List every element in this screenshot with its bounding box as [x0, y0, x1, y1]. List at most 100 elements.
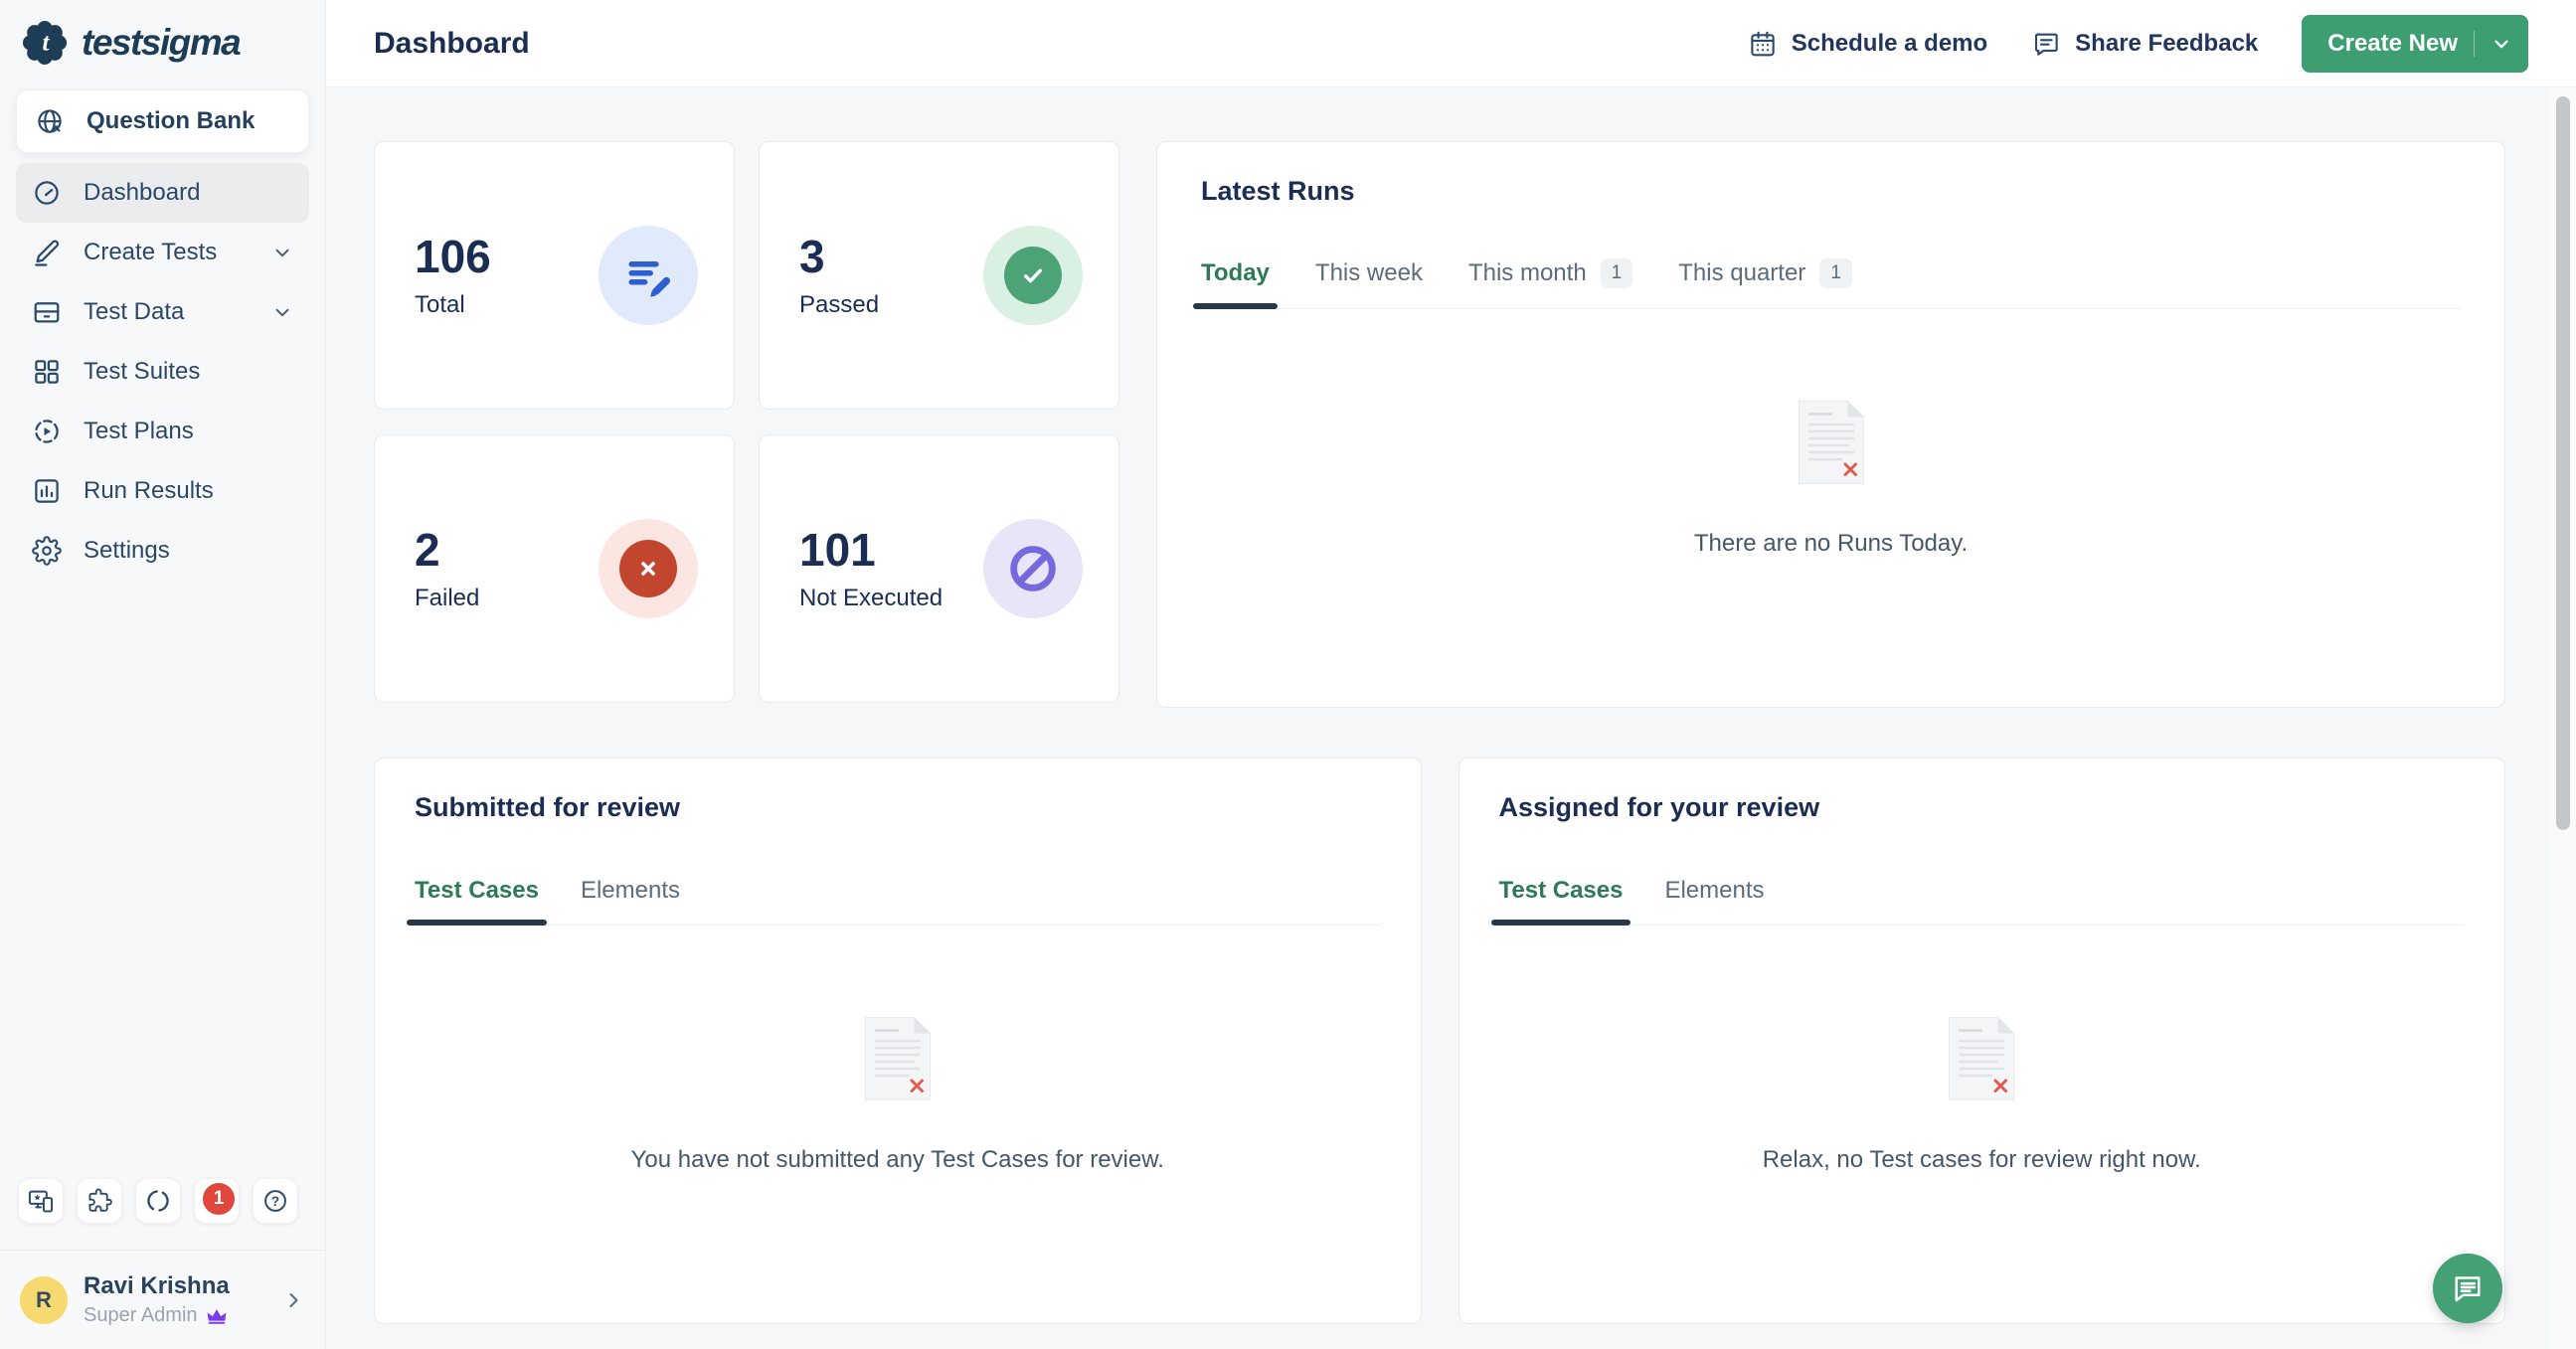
submitted-review-title: Submitted for review: [415, 792, 1381, 823]
tab-label: Today: [1201, 259, 1270, 287]
sidebar-item-label: Test Suites: [84, 358, 200, 386]
tab-this-quarter[interactable]: This quarter 1: [1678, 258, 1852, 308]
test-data-icon: [32, 297, 62, 327]
testsigma-logo-icon: t: [22, 20, 68, 66]
share-feedback-button[interactable]: Share Feedback: [2031, 29, 2258, 59]
stat-text: 3 Passed: [799, 232, 879, 320]
grid-icon: [32, 357, 62, 387]
sidebar-item-label: Test Data: [84, 298, 184, 326]
svg-text:?: ?: [271, 1194, 279, 1209]
latest-runs-tabs: Today This week This month 1 This quarte…: [1201, 258, 2461, 309]
button-divider: [2474, 31, 2475, 57]
user-role-label: Super Admin: [84, 1304, 198, 1327]
main-area: Dashboard Schedule a demo: [326, 0, 2576, 1349]
passed-icon: [983, 226, 1083, 325]
notifications-button[interactable]: 1: [194, 1178, 240, 1224]
total-icon: [599, 226, 698, 325]
tab-count-badge: 1: [1819, 258, 1852, 288]
tab-label: Elements: [1664, 877, 1764, 905]
latest-runs-empty-state: There are no Runs Today.: [1201, 401, 2461, 558]
chat-icon: [2450, 1270, 2486, 1306]
create-new-label: Create New: [2327, 30, 2458, 58]
assigned-review-panel: Assigned for your review Test Cases Elem…: [1459, 758, 2506, 1324]
avatar: R: [20, 1276, 68, 1324]
tab-label: This week: [1315, 259, 1423, 287]
chevron-down-icon: [271, 301, 293, 323]
tab-elements[interactable]: Elements: [1664, 877, 1764, 925]
tab-label: This month: [1468, 259, 1587, 287]
schedule-demo-label: Schedule a demo: [1792, 30, 1987, 58]
sync-button[interactable]: [135, 1178, 181, 1224]
extensions-button[interactable]: [77, 1178, 122, 1224]
stat-card-total[interactable]: 106 Total: [374, 141, 735, 410]
stat-card-passed[interactable]: 3 Passed: [759, 141, 1119, 410]
chat-fab-button[interactable]: [2433, 1254, 2502, 1323]
tab-this-month[interactable]: This month 1: [1468, 258, 1632, 308]
sidebar-item-dashboard[interactable]: Dashboard: [16, 163, 309, 223]
scrollbar-track[interactable]: [2550, 87, 2576, 1349]
gear-icon: [32, 536, 62, 566]
topbar: Dashboard Schedule a demo: [326, 0, 2576, 87]
tab-test-cases[interactable]: Test Cases: [415, 877, 539, 925]
tab-today[interactable]: Today: [1201, 258, 1270, 308]
sidebar-item-test-data[interactable]: Test Data: [16, 282, 309, 342]
tab-label: Test Cases: [415, 877, 539, 905]
sidebar-item-label: Test Plans: [84, 418, 194, 445]
schedule-demo-button[interactable]: Schedule a demo: [1748, 29, 1987, 59]
stat-value: 101: [799, 525, 943, 576]
tab-this-week[interactable]: This week: [1315, 258, 1423, 308]
scrollbar-thumb[interactable]: [2556, 96, 2570, 830]
page-title: Dashboard: [374, 27, 530, 61]
stat-card-not-executed[interactable]: 101 Not Executed: [759, 434, 1119, 703]
tab-label: This quarter: [1678, 259, 1805, 287]
crown-icon: [206, 1305, 228, 1327]
user-role: Super Admin: [84, 1304, 265, 1327]
tab-label: Elements: [581, 877, 680, 905]
sidebar-item-label: Settings: [84, 537, 170, 565]
stat-label: Passed: [799, 291, 879, 319]
calendar-icon: [1748, 29, 1778, 59]
share-feedback-label: Share Feedback: [2075, 30, 2258, 58]
create-new-button[interactable]: Create New: [2302, 15, 2528, 73]
feedback-icon: [2031, 29, 2061, 59]
sidebar-tools: 1 ?: [0, 1178, 325, 1224]
bar-chart-icon: [32, 476, 62, 506]
help-button[interactable]: ?: [253, 1178, 298, 1224]
sidebar-item-run-results[interactable]: Run Results: [16, 461, 309, 521]
empty-document-icon: [865, 1017, 931, 1100]
submitted-review-empty-state: You have not submitted any Test Cases fo…: [415, 1017, 1381, 1174]
sidebar-item-label: Run Results: [84, 477, 214, 505]
sidebar-item-test-plans[interactable]: Test Plans: [16, 402, 309, 461]
submitted-review-panel: Submitted for review Test Cases Elements: [374, 758, 1422, 1324]
assigned-review-empty-state: Relax, no Test cases for review right no…: [1499, 1017, 2466, 1174]
tab-label: Test Cases: [1499, 877, 1624, 905]
brand-wordmark: testsigma: [82, 22, 240, 64]
stat-card-failed[interactable]: 2 Failed: [374, 434, 735, 703]
sidebar: t testsigma Question Bank Dashboard: [0, 0, 326, 1349]
stat-text: 106 Total: [415, 232, 491, 320]
tab-elements[interactable]: Elements: [581, 877, 680, 925]
sidebar-spacer: [0, 581, 325, 1178]
sidebar-item-settings[interactable]: Settings: [16, 521, 309, 581]
sidebar-nav: Dashboard Create Tests Test Data: [0, 163, 325, 581]
sidebar-item-question-bank[interactable]: Question Bank: [16, 89, 309, 153]
empty-message: Relax, no Test cases for review right no…: [1763, 1146, 2201, 1174]
empty-document-icon: [1799, 401, 1864, 484]
sidebar-item-create-tests[interactable]: Create Tests: [16, 223, 309, 282]
user-meta: Ravi Krishna Super Admin: [84, 1272, 265, 1327]
latest-runs-title: Latest Runs: [1201, 176, 2461, 207]
dashboard-content: 106 Total 3 Passed: [326, 87, 2576, 1324]
dashboard-icon: [32, 178, 62, 208]
stat-text: 2 Failed: [415, 525, 479, 613]
tab-test-cases[interactable]: Test Cases: [1499, 877, 1624, 925]
svg-text:t: t: [42, 30, 50, 57]
empty-document-icon: [1949, 1017, 2014, 1100]
stat-label: Not Executed: [799, 585, 943, 612]
stat-text: 101 Not Executed: [799, 525, 943, 613]
stats-grid: 106 Total 3 Passed: [374, 141, 1119, 708]
sidebar-item-test-suites[interactable]: Test Suites: [16, 342, 309, 402]
sidebar-item-label: Question Bank: [86, 107, 255, 135]
devices-button[interactable]: [18, 1178, 64, 1224]
user-profile[interactable]: R Ravi Krishna Super Admin: [0, 1250, 325, 1349]
sidebar-item-label: Dashboard: [84, 179, 200, 207]
